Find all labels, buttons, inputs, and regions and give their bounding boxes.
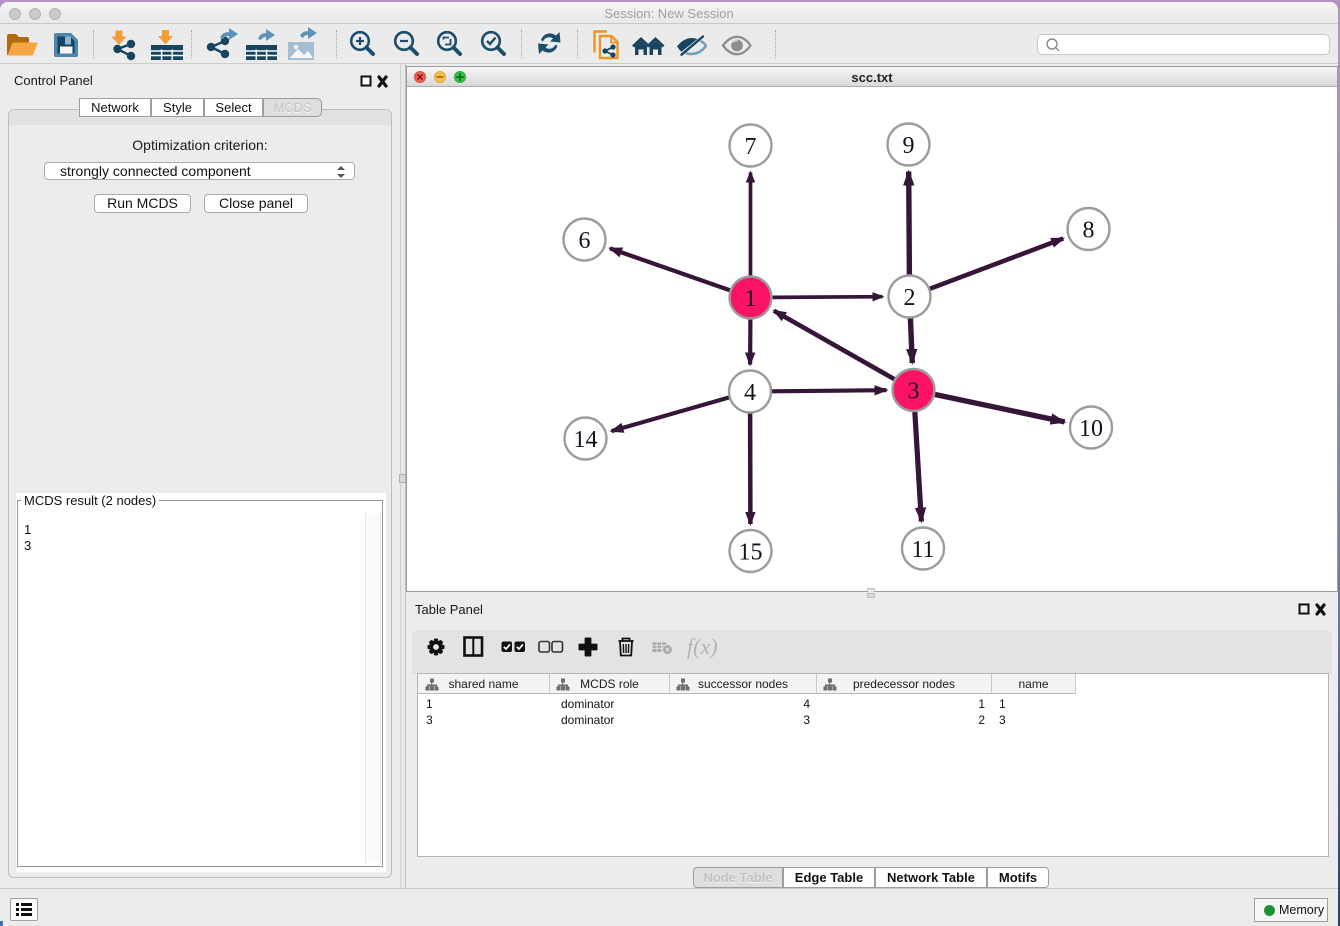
svg-text:3: 3 <box>908 379 920 405</box>
svg-text:10: 10 <box>1079 416 1103 442</box>
svg-text:f(x): f(x) <box>687 634 718 659</box>
svg-text:7: 7 <box>745 134 757 160</box>
svg-text:8: 8 <box>1083 218 1095 244</box>
svg-text:2: 2 <box>904 285 916 311</box>
svg-text:15: 15 <box>739 540 763 566</box>
svg-text:11: 11 <box>911 537 934 563</box>
svg-text:14: 14 <box>574 427 598 453</box>
svg-text:4: 4 <box>744 380 756 406</box>
svg-text:6: 6 <box>579 228 591 254</box>
svg-text:9: 9 <box>903 133 915 159</box>
svg-text:1: 1 <box>745 286 757 312</box>
